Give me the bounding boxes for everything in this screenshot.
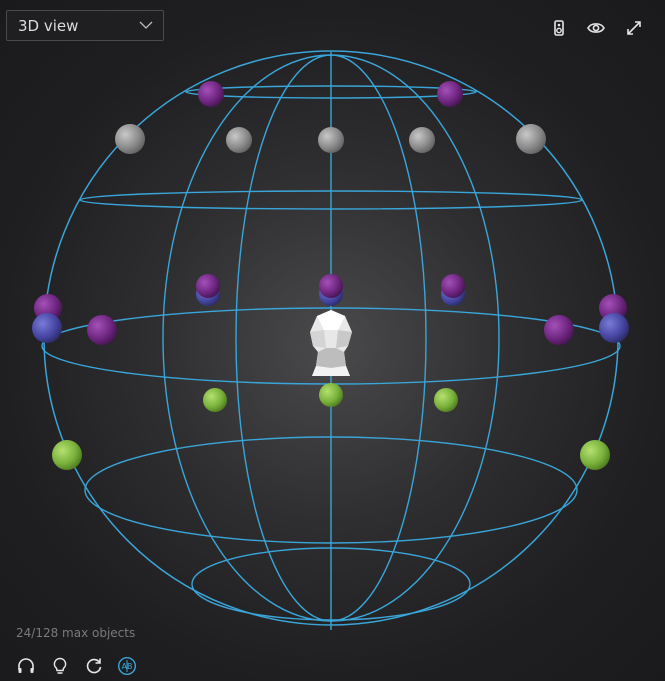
object-gray-3 <box>318 127 344 153</box>
view-mode-select[interactable]: 3D view <box>6 10 164 41</box>
ab-compare-icon[interactable]: AB <box>117 656 137 676</box>
object-blue-far-right <box>599 313 629 343</box>
object-gray-1 <box>115 124 145 154</box>
object-gray-5 <box>516 124 546 154</box>
3d-viewport[interactable]: 3D view 24/128 max objects AB <box>0 0 665 681</box>
eye-icon[interactable] <box>586 18 606 38</box>
object-green-1 <box>203 388 227 412</box>
chevron-down-icon <box>139 21 153 29</box>
headphones-icon[interactable] <box>16 656 36 676</box>
ab-label: AB <box>122 662 133 671</box>
object-blue-far-left <box>32 313 62 343</box>
object-green-3 <box>434 388 458 412</box>
object-top-left-purple <box>198 81 224 107</box>
lightbulb-icon[interactable] <box>50 656 70 676</box>
refresh-icon[interactable] <box>84 656 104 676</box>
speaker-icon[interactable] <box>549 18 569 38</box>
view-mode-label: 3D view <box>18 17 79 35</box>
sphere-scene[interactable] <box>0 0 665 681</box>
object-purple-mid-center <box>319 274 343 298</box>
object-purple-right <box>544 315 574 345</box>
object-purple-mid-right <box>441 274 465 298</box>
listener-head <box>310 310 352 376</box>
object-green-4 <box>52 440 82 470</box>
object-top-right-purple <box>437 81 463 107</box>
object-green-2 <box>319 383 343 407</box>
object-purple-left <box>87 315 117 345</box>
object-gray-2 <box>226 127 252 153</box>
object-gray-4 <box>409 127 435 153</box>
object-purple-mid-left <box>196 274 220 298</box>
object-count-status: 24/128 max objects <box>16 626 136 640</box>
object-green-5 <box>580 440 610 470</box>
expand-icon[interactable] <box>624 18 644 38</box>
